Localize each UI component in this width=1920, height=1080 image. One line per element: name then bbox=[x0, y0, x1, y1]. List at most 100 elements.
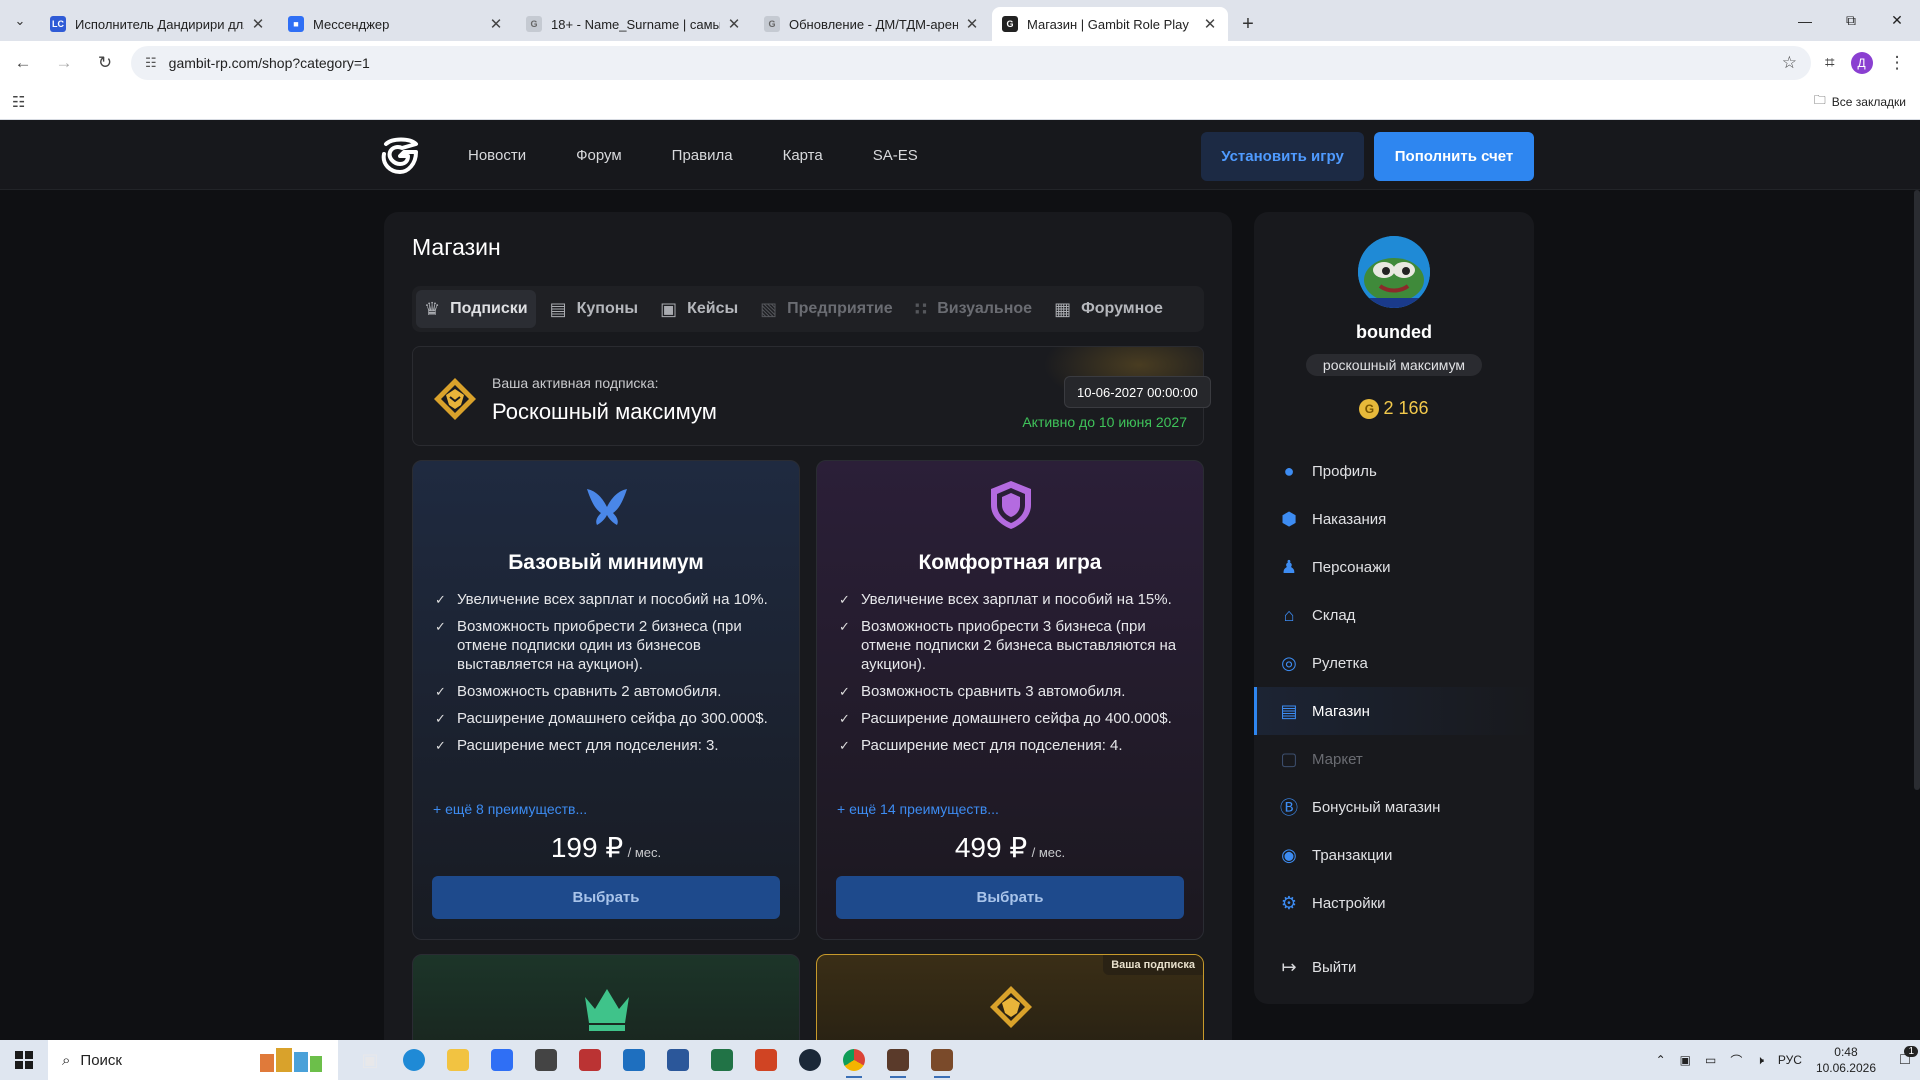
menu-item-market[interactable]: ▢ Маркет bbox=[1254, 735, 1534, 783]
browser-tab[interactable]: G 18+ - Name_Surname | самый ✕ bbox=[516, 7, 752, 41]
taskbar-search[interactable]: ⌕ Поиск bbox=[48, 1040, 338, 1080]
menu-item-warehouse[interactable]: ⌂ Склад bbox=[1254, 591, 1534, 639]
calculator-icon[interactable] bbox=[524, 1040, 568, 1080]
restore-icon[interactable]: ⧉ bbox=[1828, 0, 1874, 41]
menu-item-characters[interactable]: ♟ Персонажи bbox=[1254, 543, 1534, 591]
close-tab-icon[interactable]: ✕ bbox=[1202, 15, 1218, 33]
url-field[interactable]: ☷ gambit-rp.com/shop?category=1 ☆ bbox=[131, 45, 1811, 80]
more-benefits-link[interactable]: + ещё 8 преимуществ... bbox=[433, 801, 587, 817]
menu-label: Персонажи bbox=[1312, 558, 1391, 576]
close-tab-icon[interactable]: ✕ bbox=[250, 15, 266, 33]
steam-icon[interactable] bbox=[788, 1040, 832, 1080]
nav-sa-es[interactable]: SA-ES bbox=[873, 147, 918, 164]
browser-tab[interactable]: LC Исполнитель Дандирири для G ✕ bbox=[40, 7, 276, 41]
select-plan-button[interactable]: Выбрать bbox=[432, 876, 780, 919]
menu-item-settings[interactable]: ⚙ Настройки bbox=[1254, 879, 1534, 927]
extensions-icon[interactable]: ⌗ bbox=[1825, 53, 1835, 73]
tab-coupons[interactable]: ▤ Купоны bbox=[542, 290, 646, 328]
chrome-icon[interactable] bbox=[832, 1040, 876, 1080]
browser-tab[interactable]: G Обновление - ДМ/ТДМ-арена ✕ bbox=[754, 7, 990, 41]
browser-tab[interactable]: ■ Мессенджер ✕ bbox=[278, 7, 514, 41]
task-view-icon[interactable]: ▣ bbox=[348, 1040, 392, 1080]
nav-map[interactable]: Карта bbox=[783, 147, 823, 164]
close-tab-icon[interactable]: ✕ bbox=[726, 15, 742, 33]
nav-forum[interactable]: Форум bbox=[576, 147, 622, 164]
search-icon: ⌕ bbox=[62, 1051, 71, 1069]
user-avatar[interactable] bbox=[1358, 236, 1430, 308]
tab-enterprise[interactable]: ▧ Предприятие bbox=[752, 290, 901, 328]
file-explorer-icon[interactable] bbox=[436, 1040, 480, 1080]
plan-name: Базовый минимум bbox=[508, 551, 704, 574]
plan-price: 499 ₽ / мес. bbox=[817, 831, 1203, 864]
page-title: Магазин bbox=[412, 234, 501, 260]
monitor-app-icon[interactable] bbox=[612, 1040, 656, 1080]
reload-icon[interactable]: ↻ bbox=[87, 45, 123, 81]
camera-icon[interactable]: ▣ bbox=[1680, 1053, 1691, 1067]
clock[interactable]: 0:48 10.06.2026 bbox=[1816, 1044, 1876, 1076]
butterfly-icon bbox=[587, 489, 627, 525]
language-indicator[interactable]: РУС bbox=[1778, 1053, 1802, 1067]
nav-news[interactable]: Новости bbox=[468, 147, 526, 164]
mail-icon[interactable] bbox=[480, 1040, 524, 1080]
game-launcher-icon[interactable] bbox=[876, 1040, 920, 1080]
gift-icon: ▣ bbox=[660, 298, 678, 319]
back-icon[interactable]: ← bbox=[5, 45, 41, 81]
rank-badge: роскошный максимум bbox=[1306, 354, 1482, 376]
bookmark-star-icon[interactable]: ☆ bbox=[1782, 53, 1797, 73]
tab-subscriptions[interactable]: ♛ Подписки bbox=[416, 290, 536, 328]
site-info-icon[interactable]: ☷ bbox=[145, 55, 157, 71]
menu-item-roulette[interactable]: ◎ Рулетка bbox=[1254, 639, 1534, 687]
apps-grid-icon[interactable]: ☷ bbox=[12, 93, 25, 111]
clock-time: 0:48 bbox=[1834, 1045, 1858, 1059]
menu-item-profile[interactable]: ● Профиль bbox=[1254, 447, 1534, 495]
tab-search-chevron-icon[interactable]: ⌄ bbox=[0, 0, 40, 41]
game-app-icon[interactable] bbox=[568, 1040, 612, 1080]
url-text[interactable]: gambit-rp.com/shop?category=1 bbox=[169, 55, 1782, 71]
crown-icon: ♛ bbox=[424, 298, 441, 319]
active-until-text[interactable]: Активно до 10 июня 2027 bbox=[1022, 414, 1187, 430]
tab-visual[interactable]: ∷ Визуальное bbox=[907, 290, 1040, 328]
word-icon[interactable] bbox=[656, 1040, 700, 1080]
profile-menu: ● Профиль ⬢ Наказания ♟ Персонажи ⌂ Скла… bbox=[1254, 447, 1534, 991]
tab-forum[interactable]: ▦ Форумное bbox=[1046, 290, 1171, 328]
profile-avatar[interactable]: Д bbox=[1850, 51, 1873, 74]
battery-icon[interactable]: ▭ bbox=[1705, 1053, 1716, 1067]
new-tab-icon[interactable]: + bbox=[1230, 7, 1266, 41]
browser-tab-active[interactable]: G Магазин | Gambit Role Play ✕ bbox=[992, 7, 1228, 41]
menu-item-punishments[interactable]: ⬢ Наказания bbox=[1254, 495, 1534, 543]
menu-item-transactions[interactable]: ◉ Транзакции bbox=[1254, 831, 1534, 879]
menu-dots-icon[interactable]: ⋮ bbox=[1889, 53, 1906, 73]
top-up-button[interactable]: Пополнить счет bbox=[1374, 132, 1534, 181]
luxury-diamond-icon bbox=[434, 378, 476, 420]
balance: G 2 166 bbox=[1254, 398, 1534, 419]
forward-icon[interactable]: → bbox=[46, 45, 82, 81]
menu-item-bonus-shop[interactable]: Ⓑ Бонусный магазин bbox=[1254, 783, 1534, 831]
more-benefits-link[interactable]: + ещё 14 преимуществ... bbox=[837, 801, 999, 817]
feature-item: Увеличение всех зарплат и пособий на 10%… bbox=[433, 590, 783, 609]
close-window-icon[interactable]: ✕ bbox=[1874, 0, 1920, 41]
all-bookmarks[interactable]: 🗀 Все закладки bbox=[1814, 91, 1906, 112]
close-tab-icon[interactable]: ✕ bbox=[964, 15, 980, 33]
tab-cases[interactable]: ▣ Кейсы bbox=[652, 290, 746, 328]
gta-sa-icon[interactable] bbox=[920, 1040, 964, 1080]
wifi-icon[interactable]: ⌒ bbox=[1730, 1052, 1742, 1069]
excel-icon[interactable] bbox=[700, 1040, 744, 1080]
menu-item-shop[interactable]: ▤ Магазин bbox=[1254, 687, 1534, 735]
minimize-icon[interactable]: — bbox=[1782, 0, 1828, 41]
install-game-button[interactable]: Установить игру bbox=[1201, 132, 1364, 181]
volume-icon[interactable]: 🕨 bbox=[1756, 1053, 1764, 1068]
tab-title: Исполнитель Дандирири для G bbox=[75, 16, 244, 32]
powerpoint-icon[interactable] bbox=[744, 1040, 788, 1080]
select-plan-button[interactable]: Выбрать bbox=[836, 876, 1184, 919]
notifications-icon[interactable]: □ 1 bbox=[1890, 1040, 1920, 1080]
windows-start-icon[interactable] bbox=[0, 1040, 48, 1080]
tray-chevron-icon[interactable]: ⌃ bbox=[1656, 1053, 1666, 1067]
your-subscription-badge: Ваша подписка bbox=[1103, 955, 1203, 975]
gambit-logo-icon[interactable] bbox=[380, 134, 422, 176]
page-scrollbar[interactable] bbox=[1914, 190, 1920, 790]
window-controls: — ⧉ ✕ bbox=[1782, 0, 1920, 41]
logout-button[interactable]: ↦ Выйти bbox=[1254, 943, 1534, 991]
nav-rules[interactable]: Правила bbox=[672, 147, 733, 164]
close-tab-icon[interactable]: ✕ bbox=[488, 15, 504, 33]
edge-icon[interactable] bbox=[392, 1040, 436, 1080]
